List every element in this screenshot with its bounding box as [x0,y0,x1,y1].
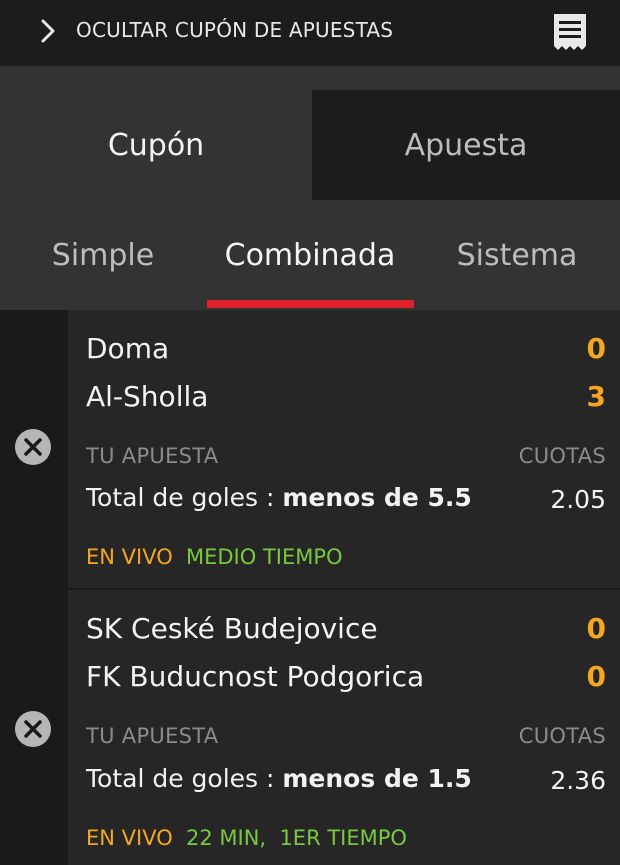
away-team: Al-Sholla [86,380,209,413]
odds-label: CUOTAS [518,444,606,468]
match-status: 22 MIN, 1ER TIEMPO [186,826,407,850]
bet-market: Total de goles : menos de 1.5 [86,764,472,793]
your-bet-label: TU APUESTA [86,724,219,748]
tab-cupon[interactable]: Cupón [0,90,312,200]
remove-bet-icon[interactable] [14,710,52,748]
tab-sistema[interactable]: Sistema [414,200,620,310]
active-tab-indicator [207,300,414,308]
chevron-right-icon[interactable] [38,16,58,46]
live-badge: EN VIVO [86,826,173,850]
bet-market: Total de goles : menos de 5.5 [86,483,472,512]
market-name: Total de goles : [86,764,275,793]
receipt-icon[interactable] [550,12,590,52]
home-team: SK Ceské Budejovice [86,612,378,645]
bet-odds: 2.05 [550,485,606,514]
main-tabs: Cupón Apuesta [0,90,620,200]
away-score: 3 [586,380,606,413]
tab-apuesta[interactable]: Apuesta [312,90,620,200]
market-name: Total de goles : [86,483,275,512]
bet-list: Doma 0 Al-Sholla 3 TU APUESTA CUOTAS Tot… [0,310,620,865]
remove-gutter [0,310,68,865]
tab-combinada[interactable]: Combinada [206,200,414,310]
market-selection: menos de 5.5 [282,483,472,512]
hide-coupon-label[interactable]: OCULTAR CUPÓN DE APUESTAS [76,18,393,42]
hide-coupon-bar[interactable]: OCULTAR CUPÓN DE APUESTAS [0,0,620,66]
away-team: FK Buducnost Podgorica [86,660,425,693]
your-bet-label: TU APUESTA [86,444,219,468]
match-status: MEDIO TIEMPO [186,545,343,569]
tab-simple[interactable]: Simple [0,200,206,310]
home-team: Doma [86,332,170,365]
remove-bet-icon[interactable] [14,428,52,466]
home-score: 0 [586,332,606,365]
divider-strip [0,66,620,90]
bet-card[interactable]: Doma 0 Al-Sholla 3 TU APUESTA CUOTAS Tot… [68,310,620,588]
bet-type-tabs: Simple Combinada Sistema [0,200,620,310]
away-score: 0 [586,660,606,693]
home-score: 0 [586,612,606,645]
odds-label: CUOTAS [518,724,606,748]
bet-card[interactable]: SK Ceské Budejovice 0 FK Buducnost Podgo… [68,590,620,865]
bet-odds: 2.36 [550,766,606,795]
live-badge: EN VIVO [86,545,173,569]
market-selection: menos de 1.5 [282,764,472,793]
